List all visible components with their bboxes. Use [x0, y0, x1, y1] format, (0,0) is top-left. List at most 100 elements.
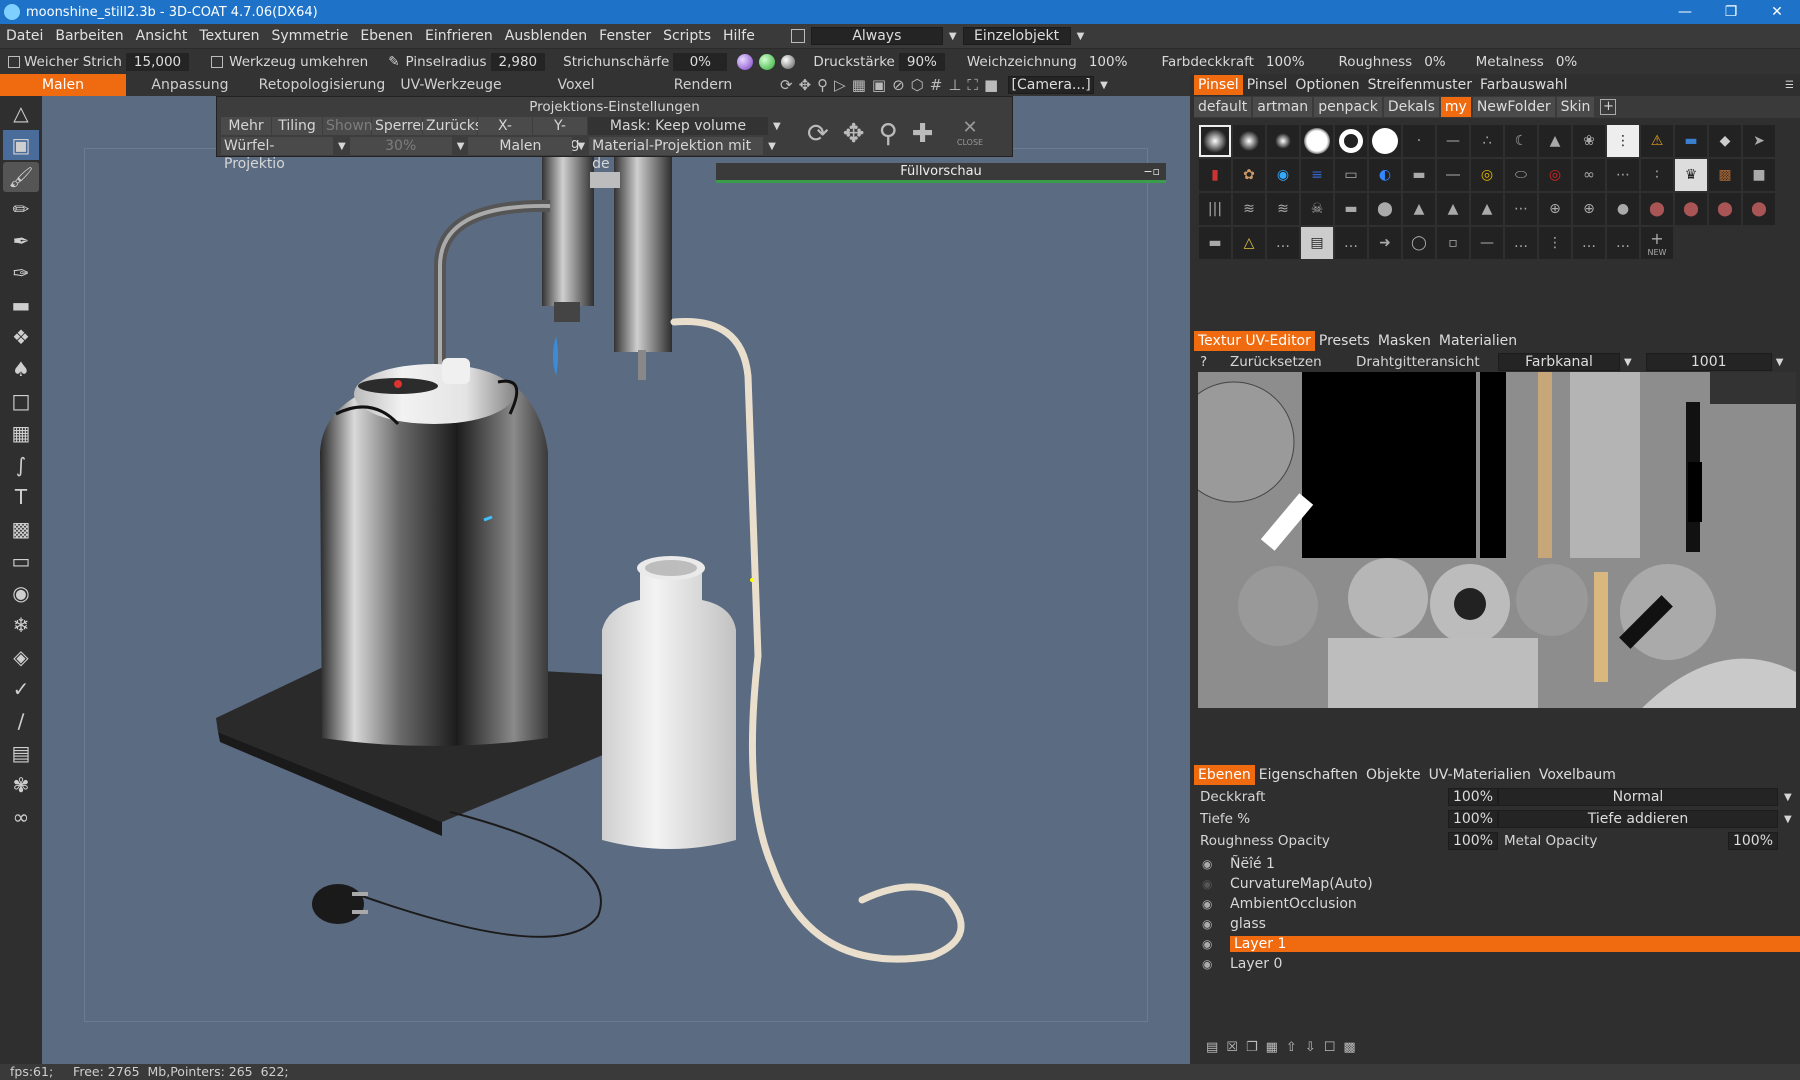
stamp-tool-icon[interactable]: ♠	[3, 354, 39, 384]
material-projection-dropdown[interactable]: Material-Projektion mit de	[589, 137, 764, 172]
always-dropdown[interactable]: Always	[810, 27, 943, 45]
eye-tool-icon[interactable]: ◉	[3, 578, 39, 608]
symmetry-tool-icon[interactable]: ✾	[3, 770, 39, 800]
rotate-view-icon[interactable]: ⟳	[780, 76, 793, 94]
tab-voxel[interactable]: Voxel	[512, 74, 640, 96]
airbrush-tool-icon[interactable]: ✒	[3, 226, 39, 256]
eye-icon[interactable]: ◉	[1202, 937, 1218, 951]
chevron-down-icon[interactable]: ▼	[768, 141, 776, 152]
brush-ring[interactable]	[1335, 125, 1367, 157]
measure-tool-icon[interactable]: ∞	[3, 802, 39, 832]
layer-row[interactable]: ◉ Layer 0	[1190, 954, 1800, 974]
brush-rust-e[interactable]: ⬤	[1743, 193, 1775, 225]
tab-retopologisierung[interactable]: Retopologisierung	[254, 74, 390, 96]
channel-dropdown[interactable]: Farbkanal	[1498, 353, 1620, 371]
brush-pattern-b[interactable]: ≋	[1267, 193, 1299, 225]
roughness-opacity-value[interactable]: 100%	[1448, 832, 1498, 850]
new-brush-button[interactable]: + NEW	[1641, 227, 1673, 259]
tab-masken[interactable]: Masken	[1374, 331, 1435, 351]
reset-button[interactable]: Zurücksetzen	[1230, 354, 1356, 370]
close-icon[interactable]: ✕	[1754, 0, 1800, 24]
tab-objekte[interactable]: Objekte	[1362, 765, 1425, 785]
mask-dropdown[interactable]: Mask: Keep volume	[588, 117, 768, 135]
pencil-tool-icon[interactable]: ✏	[3, 194, 39, 224]
brush-bmw[interactable]: ◐	[1369, 159, 1401, 191]
brush-sticker[interactable]: ▤	[1301, 227, 1333, 259]
chevron-down-icon[interactable]: ▼	[577, 141, 585, 152]
chevron-down-icon[interactable]: ▼	[457, 141, 465, 152]
menu-ebenen[interactable]: Ebenen	[354, 28, 419, 44]
camera-dropdown[interactable]: [Camera...]	[1008, 76, 1095, 94]
fill-preview-header[interactable]: Füllvorschau −▫	[716, 163, 1166, 183]
menu-ansicht[interactable]: Ansicht	[130, 28, 194, 44]
brush-noise[interactable]: ∶	[1641, 159, 1673, 191]
metalness-value[interactable]: 0%	[1548, 53, 1585, 71]
folder-default[interactable]: default	[1194, 97, 1252, 117]
brush-screw-b[interactable]: ⊕	[1573, 193, 1605, 225]
fill-bucket-icon[interactable]: ◈	[3, 642, 39, 672]
layer-row[interactable]: ◉ glass	[1190, 914, 1800, 934]
rotate-icon[interactable]: ⟳	[807, 119, 829, 149]
brush-dragon[interactable]: ✿	[1233, 159, 1265, 191]
shown-button[interactable]: Shown	[323, 117, 373, 135]
tab-uv-werkzeuge[interactable]: UV-Werkzeuge	[390, 74, 512, 96]
layer-row-selected[interactable]: ◉ Layer 1	[1190, 934, 1800, 954]
fullscreen-icon[interactable]: ⛶	[967, 76, 978, 94]
tiling-button[interactable]: Tiling	[272, 117, 322, 135]
chevron-down-icon[interactable]: ▼	[1776, 357, 1784, 368]
blend-mode-dropdown[interactable]: Normal	[1498, 788, 1778, 806]
brush-text-c[interactable]: …	[1505, 227, 1537, 259]
brush-mark-a[interactable]: ⋮	[1539, 227, 1571, 259]
duplicate-layer-icon[interactable]: ❐	[1246, 1040, 1258, 1055]
brush-line[interactable]: —	[1437, 125, 1469, 157]
brush-soft-small[interactable]	[1267, 125, 1299, 157]
layer-row[interactable]: ◉ Ñëîé 1	[1190, 854, 1800, 874]
knife-tool-icon[interactable]: ∕	[3, 706, 39, 736]
brush-crescent[interactable]: ☾	[1505, 125, 1537, 157]
uv-texture-preview[interactable]	[1173, 372, 1796, 712]
fit-view-icon[interactable]: ▦	[852, 76, 866, 94]
vertex-tool-icon[interactable]: △	[3, 98, 39, 128]
brush-bar[interactable]: ▬	[1403, 159, 1435, 191]
brush-solid[interactable]	[1369, 125, 1401, 157]
curve-tool-icon[interactable]: ∫	[3, 450, 39, 480]
tab-malen[interactable]: Malen	[0, 74, 126, 96]
tab-voxelbaum[interactable]: Voxelbaum	[1535, 765, 1620, 785]
brush-rust-b[interactable]: ⬤	[1641, 193, 1673, 225]
eye-icon[interactable]: ◉	[1202, 857, 1218, 871]
brush-diamond[interactable]: ◆	[1709, 125, 1741, 157]
color-opacity-value[interactable]: 100%	[1258, 53, 1313, 71]
menu-datei[interactable]: Datei	[0, 28, 49, 44]
chevron-down-icon[interactable]: ▼	[1784, 814, 1792, 825]
move-up-icon[interactable]: ⇧	[1286, 1040, 1297, 1055]
brush-drop-c[interactable]: ▲	[1471, 193, 1503, 225]
brush-hard-round[interactable]	[1301, 125, 1333, 157]
mehr-button[interactable]: Mehr	[221, 117, 271, 135]
menu-barbeiten[interactable]: Barbeiten	[49, 28, 129, 44]
gray-sphere-icon[interactable]	[781, 54, 796, 69]
brush-skull[interactable]: ☠	[1301, 193, 1333, 225]
projection-mode-dropdown[interactable]: Würfel-Projektio	[221, 137, 333, 172]
new-layer-icon[interactable]: ▤	[1206, 1040, 1218, 1055]
brush-label[interactable]: ▬	[1675, 125, 1707, 157]
brush-shape[interactable]: ▲	[1539, 125, 1571, 157]
brush-stripe[interactable]: ―	[1437, 159, 1469, 191]
x-spieg-button[interactable]: X-Spieg	[478, 117, 532, 152]
chevron-down-icon[interactable]: ▼	[338, 141, 346, 152]
panel-menu-icon[interactable]: ☰	[1785, 80, 1794, 91]
tab-presets[interactable]: Presets	[1315, 331, 1374, 351]
brush-screw-a[interactable]: ⊕	[1539, 193, 1571, 225]
layer-tool-icon[interactable]: ▤	[3, 738, 39, 768]
opacity-value[interactable]: 100%	[1448, 788, 1498, 806]
brush-drop-a[interactable]: ▲	[1403, 193, 1435, 225]
sperren-button[interactable]: Sperren	[372, 117, 430, 135]
fill-tool-icon[interactable]: ▣	[3, 130, 39, 160]
brush-scatter[interactable]: ∴	[1471, 125, 1503, 157]
brush-pattern-a[interactable]: ≋	[1233, 193, 1265, 225]
camera-icon[interactable]: ■	[984, 76, 998, 94]
tab-pinsel-options[interactable]: Pinsel	[1243, 75, 1292, 95]
grid-icon[interactable]: #	[930, 76, 943, 94]
brush-tag[interactable]: ▫	[1437, 227, 1469, 259]
layer-row[interactable]: ◉ CurvatureMap(Auto)	[1190, 874, 1800, 894]
brush-target[interactable]: ◉	[1267, 159, 1299, 191]
